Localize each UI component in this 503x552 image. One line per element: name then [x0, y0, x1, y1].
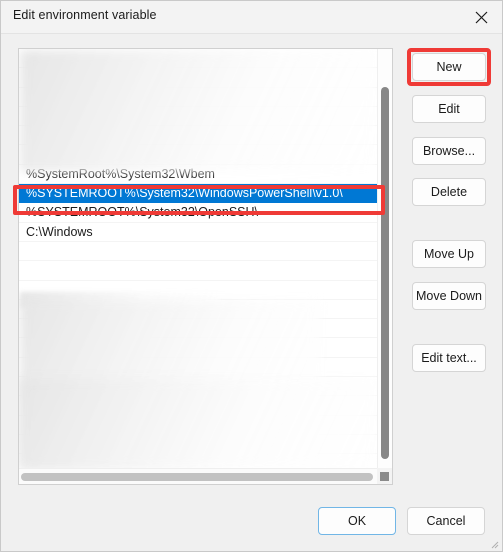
close-button[interactable] — [458, 1, 502, 33]
delete-button[interactable]: Delete — [412, 178, 486, 206]
list-item[interactable] — [19, 242, 378, 262]
title-bar: Edit environment variable — [1, 1, 502, 34]
list-item[interactable] — [19, 68, 378, 88]
list-item[interactable] — [19, 338, 378, 358]
list-item[interactable]: %SYSTEMROOT%\System32\OpenSSH\ — [19, 203, 378, 223]
vertical-scrollbar[interactable] — [377, 49, 392, 470]
list-item[interactable]: C:\Windows — [19, 223, 378, 242]
list-item[interactable] — [19, 396, 378, 416]
resize-grip[interactable] — [489, 539, 499, 549]
list-item[interactable]: %SystemRoot%\System32\Wbem — [19, 165, 378, 185]
move-up-button[interactable]: Move Up — [412, 240, 486, 268]
scrollbar-corner-box — [380, 472, 389, 481]
vertical-scrollbar-thumb[interactable] — [381, 87, 389, 459]
list-item[interactable] — [19, 88, 378, 107]
scrollbar-corner — [377, 468, 392, 484]
move-down-button[interactable]: Move Down — [412, 282, 486, 310]
list-item[interactable] — [19, 319, 378, 339]
window-title: Edit environment variable — [13, 8, 157, 22]
new-button[interactable]: New — [412, 53, 486, 81]
browse-button[interactable]: Browse... — [412, 137, 486, 165]
close-icon — [475, 11, 488, 24]
list-item[interactable] — [19, 107, 378, 127]
cancel-button[interactable]: Cancel — [407, 507, 485, 535]
horizontal-scrollbar[interactable] — [19, 468, 392, 484]
ok-button[interactable]: OK — [318, 507, 396, 535]
edit-button[interactable]: Edit — [412, 95, 486, 123]
list-item[interactable] — [19, 416, 378, 435]
list-item[interactable] — [19, 358, 378, 378]
list-item[interactable] — [19, 435, 378, 455]
list-item[interactable] — [19, 281, 378, 300]
list-item[interactable]: %SYSTEMROOT%\System32\WindowsPowerShell\… — [19, 184, 378, 204]
path-list-box[interactable]: %SystemRoot%\System32\Wbem %SYSTEMROOT%\S… — [18, 48, 393, 485]
list-item[interactable] — [19, 377, 378, 397]
edit-environment-variable-dialog: Edit environment variable %SystemRoot%\S… — [0, 0, 503, 552]
edit-text-button[interactable]: Edit text... — [412, 344, 486, 372]
list-item[interactable] — [19, 49, 378, 69]
list-item[interactable] — [19, 261, 378, 281]
horizontal-scrollbar-thumb[interactable] — [21, 473, 373, 481]
list-item[interactable] — [19, 126, 378, 146]
list-item[interactable] — [19, 300, 378, 320]
list-item[interactable] — [19, 145, 378, 165]
path-list-rows: %SystemRoot%\System32\Wbem %SYSTEMROOT%\S… — [19, 49, 378, 474]
